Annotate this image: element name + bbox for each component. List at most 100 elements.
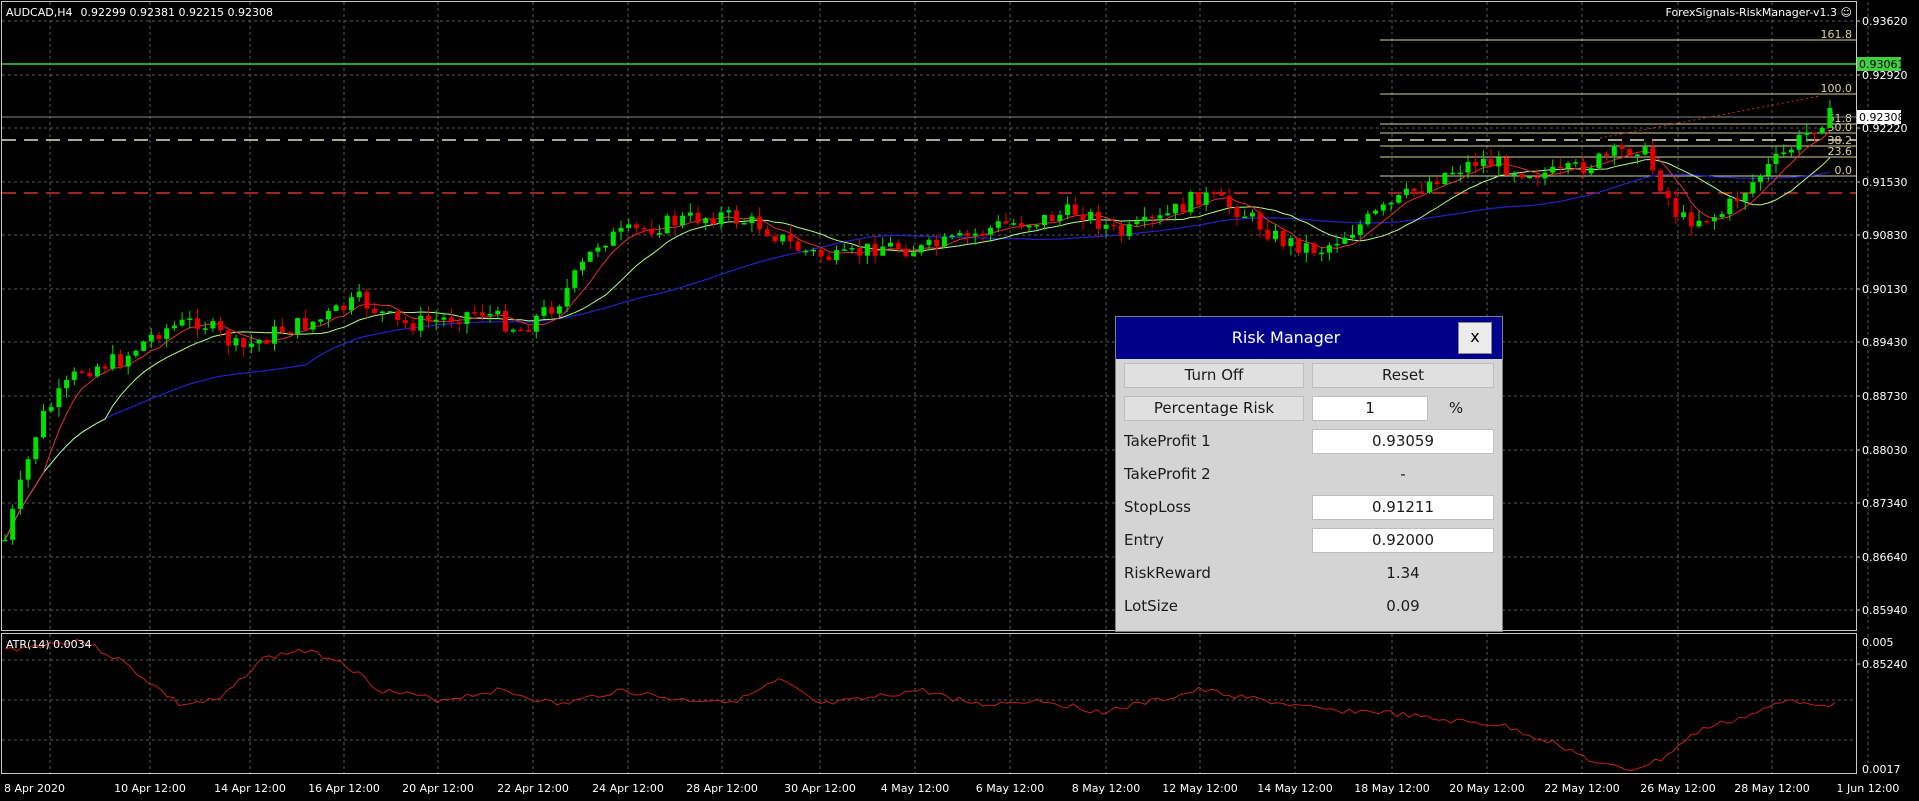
candle-body [202,328,208,330]
candle-body [1288,238,1294,247]
candle-body [664,215,670,234]
candle-body [1688,212,1694,227]
candle-body [741,223,747,225]
ma-mid-line [4,157,1831,541]
candle-body [1804,132,1810,135]
candle-body [1373,210,1379,214]
candle-body [703,218,709,223]
entry-input[interactable]: 0.92000 [1312,528,1494,553]
candle-body [495,310,501,315]
candle-body [1504,157,1509,176]
candle-body [857,248,863,256]
candle-body [949,235,955,238]
candle-body [695,212,701,223]
candle-body [1411,188,1417,192]
candle-body [1303,243,1309,253]
candle-body [1011,223,1017,225]
reset-button[interactable]: Reset [1312,363,1494,388]
candle-body [1627,149,1633,156]
candle-body [1380,204,1386,211]
indicator-name: ForexSignals-RiskManager-v1.3 ☺ [1666,6,1852,19]
candle-body [1165,213,1171,216]
time-axis-label: 20 Apr 12:00 [402,782,474,795]
candle-body [1273,230,1278,240]
candle-body [287,332,293,334]
time-axis-label: 10 Apr 12:00 [114,782,186,795]
candle-body [48,407,54,411]
candle-body [1534,176,1540,179]
sl-input[interactable]: 0.91211 [1312,495,1494,520]
time-axis-label: 24 Apr 12:00 [592,782,664,795]
candle-body [710,218,716,225]
candle-body [1750,182,1756,194]
percentage-risk-button[interactable]: Percentage Risk [1124,396,1304,421]
time-axis-label: 22 Apr 12:00 [497,782,569,795]
candle-body [1226,195,1232,208]
candle-body [125,355,131,367]
fibonacci-levels[interactable]: 161.8100.061.850.038.223.60.0 [1380,28,1856,177]
candle-body [1119,225,1124,237]
price-tag-current: 0.92308 [1857,110,1905,124]
risk-reward-value: 1.34 [1386,564,1420,582]
candle-body [1588,168,1594,174]
close-button[interactable]: x [1458,322,1492,354]
candle-body [1557,166,1563,169]
candle-body [102,366,108,369]
tp1-input[interactable]: 0.93059 [1312,429,1494,454]
candle-body [325,310,331,320]
candle-body [472,312,478,314]
candle-body [1519,173,1525,178]
candle-body [780,234,786,242]
candle-body [71,371,77,380]
price-axis-label: 0.86640 [1862,551,1908,564]
candle-body [1696,220,1702,227]
candle-body [449,317,455,323]
candle-body [1681,212,1687,218]
price-chart[interactable]: 161.8100.061.850.038.223.60.0 0.936200.9… [0,0,1919,801]
candle-body [849,248,855,250]
candle-body [1742,193,1748,202]
candle-body [1527,176,1533,179]
svg-text:0.92308: 0.92308 [1859,111,1905,124]
percentage-risk-input[interactable]: 1 [1312,396,1428,421]
candle-body [1219,193,1225,196]
candle-body [349,297,354,311]
risk-manager-header[interactable]: Risk Manager x [1116,317,1502,359]
time-axis-label: 26 May 12:00 [1640,782,1715,795]
candle-body [618,228,624,232]
candle-body [1080,214,1086,221]
candle-body [541,307,547,316]
candle-body [734,210,739,224]
candle-body [1496,157,1502,167]
candle-body [1319,252,1325,255]
candle-body [1619,145,1625,150]
candle-body [64,379,70,389]
candle-body [988,227,994,235]
candle-body [94,366,100,377]
price-axis-label: 0.90130 [1862,283,1908,296]
candle-body [718,212,724,225]
candle-body [1350,234,1355,238]
turn-off-button[interactable]: Turn Off [1124,363,1304,388]
candle-body [379,311,385,314]
candle-body [1365,213,1371,225]
candle-body [456,322,462,324]
candle-body [826,256,832,261]
candle-body [1103,224,1109,229]
svg-text:0.93061: 0.93061 [1859,58,1905,71]
lot-size-value: 0.09 [1386,597,1420,615]
candle-body [295,318,301,334]
candle-body [1488,158,1494,167]
candle-body [1142,216,1148,222]
candle-body [402,320,408,324]
candle-body [1211,192,1217,194]
candle-body [1042,214,1047,226]
candle-body [957,233,963,236]
candle-body [318,319,324,322]
candle-body [918,245,924,253]
candle-body [749,216,755,224]
sl-label: StopLoss [1124,498,1192,516]
candle-body [110,354,116,369]
candle-body [1257,212,1263,230]
candle-body [1434,181,1440,185]
